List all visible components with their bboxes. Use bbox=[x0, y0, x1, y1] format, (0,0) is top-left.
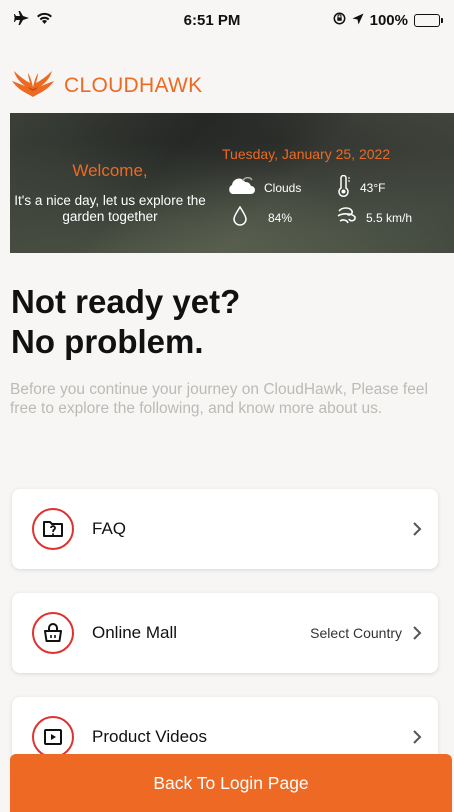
water-drop-icon bbox=[232, 205, 248, 229]
hawk-logo-icon bbox=[10, 69, 56, 104]
airplane-icon bbox=[14, 11, 30, 29]
status-time: 6:51 PM bbox=[183, 11, 241, 29]
wind-swirl-icon bbox=[336, 206, 358, 229]
weather-condition-text: Clouds bbox=[264, 180, 302, 195]
battery-icon bbox=[414, 13, 443, 27]
weather-temperature: 43°F bbox=[336, 174, 386, 200]
weather-wind: 5.5 km/h bbox=[336, 206, 412, 229]
brand-name: CLOUDHAWK bbox=[64, 74, 203, 97]
back-to-login-button[interactable]: Back To Login Page bbox=[10, 754, 452, 812]
product-videos-label: Product Videos bbox=[92, 727, 207, 746]
page-headline: Not ready yet? No problem. bbox=[11, 282, 441, 362]
weather-humidity: 84% bbox=[226, 205, 332, 229]
faq-folder-icon bbox=[32, 508, 74, 550]
temperature-text: 43°F bbox=[360, 180, 386, 195]
cloud-icon bbox=[226, 176, 256, 198]
status-right: 100% bbox=[300, 11, 443, 29]
humidity-text: 84% bbox=[268, 210, 293, 225]
location-arrow-icon bbox=[352, 12, 364, 29]
status-left bbox=[14, 11, 124, 29]
weather-condition: Clouds bbox=[226, 176, 332, 198]
orientation-lock-icon bbox=[333, 12, 346, 29]
weather-banner: Welcome, It's a nice day, let us explore… bbox=[10, 113, 454, 253]
intro-text: Before you continue your journey on Clou… bbox=[10, 381, 428, 417]
wifi-icon bbox=[36, 12, 53, 29]
select-country-link[interactable]: Select Country bbox=[310, 625, 402, 641]
weather-row-1: Clouds 43°F bbox=[226, 174, 386, 200]
chevron-right-icon bbox=[412, 729, 422, 745]
battery-percent: 100% bbox=[369, 11, 408, 29]
faq-label: FAQ bbox=[92, 519, 127, 538]
thermometer-icon bbox=[336, 174, 352, 200]
video-play-icon bbox=[32, 716, 74, 758]
status-bar: 6:51 PM 100% bbox=[0, 0, 454, 40]
chevron-right-icon bbox=[412, 521, 422, 537]
online-mall-label: Online Mall bbox=[92, 623, 178, 642]
welcome-title: Welcome, bbox=[72, 161, 148, 180]
online-mall-card[interactable]: Online Mall Select Country bbox=[12, 593, 438, 673]
headline-line-1: Not ready yet? bbox=[11, 283, 241, 320]
chevron-right-icon bbox=[412, 625, 422, 641]
faq-card[interactable]: FAQ bbox=[12, 489, 438, 569]
shopping-basket-icon bbox=[32, 612, 74, 654]
wind-text: 5.5 km/h bbox=[366, 210, 413, 225]
welcome-message: It's a nice day, let us explore the gard… bbox=[14, 193, 206, 224]
current-date: Tuesday, January 25, 2022 bbox=[222, 146, 391, 162]
headline-line-2: No problem. bbox=[11, 323, 204, 360]
weather-row-2: 84% 5.5 km/h bbox=[226, 205, 412, 229]
brand-header: CLOUDHAWK bbox=[10, 66, 202, 106]
